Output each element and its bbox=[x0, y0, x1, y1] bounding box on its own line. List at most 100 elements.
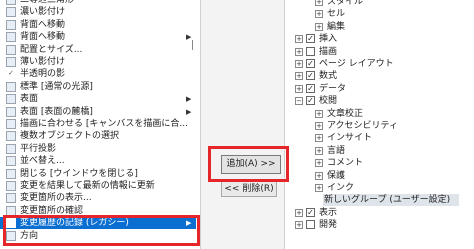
command-item[interactable]: 並べ替え... bbox=[0, 155, 196, 167]
sort-icon bbox=[6, 156, 16, 166]
checkbox[interactable]: ✓ bbox=[306, 96, 315, 105]
expand-icon[interactable]: + bbox=[315, 172, 323, 180]
expand-icon[interactable]: + bbox=[295, 221, 303, 229]
tree-item-label: 編集 bbox=[327, 22, 346, 32]
expand-icon[interactable]: + bbox=[315, 134, 323, 142]
command-item[interactable]: ✓ 半透明の影 bbox=[0, 68, 196, 80]
checkbox[interactable]: ✓ bbox=[306, 34, 315, 43]
fit-drawing-icon bbox=[6, 119, 16, 129]
tree-item[interactable]: + 言語 bbox=[285, 145, 474, 157]
command-item[interactable]: 変更を結果して最新の情報に更新 bbox=[0, 180, 196, 192]
command-label: 薄い影付け bbox=[20, 57, 66, 67]
tree-item-label: 文章校正 bbox=[327, 109, 364, 119]
checkbox[interactable] bbox=[306, 220, 315, 229]
command-item[interactable]: 閉じる [ウインドウを閉じる] bbox=[0, 168, 196, 180]
lighting-icon bbox=[6, 82, 16, 92]
tree-item[interactable]: + 文章校正 bbox=[285, 108, 474, 120]
expand-icon[interactable]: + bbox=[315, 147, 323, 155]
tree-item[interactable]: + コメント bbox=[285, 157, 474, 169]
tree-item[interactable]: + ✓ ページ レイアウト bbox=[285, 58, 474, 70]
command-item[interactable]: 複数オブジェクトの選択 bbox=[0, 130, 196, 142]
command-item[interactable]: 濃い影付け bbox=[0, 6, 196, 18]
tree-item[interactable]: + ✓ データ bbox=[285, 83, 474, 95]
expand-icon[interactable]: + bbox=[295, 60, 303, 68]
transfer-buttons-panel: 追加(A) >> << 削除(R) bbox=[200, 0, 285, 249]
tree-item[interactable]: + ✓ 挿入 bbox=[285, 33, 474, 45]
tree-item[interactable]: + 描画 bbox=[285, 46, 474, 58]
command-item[interactable]: 表面 [表面の麓橋] ▶ bbox=[0, 106, 196, 118]
ribbon-tree[interactable]: + スタイル + セル + 編集 + ✓ 挿入 + 描画 + ✓ ページ レイアウト + ✓ 数式 + ✓ データ − ✓… bbox=[285, 0, 474, 249]
expand-icon[interactable]: + bbox=[295, 72, 303, 80]
highlight-box-add bbox=[208, 146, 289, 182]
expand-icon[interactable]: + bbox=[295, 85, 303, 93]
tree-item[interactable]: + スタイル bbox=[285, 0, 474, 8]
expand-icon[interactable]: + bbox=[315, 122, 323, 130]
checkbox[interactable]: ✓ bbox=[306, 84, 315, 93]
tree-item[interactable]: − ✓ 校閲 bbox=[285, 95, 474, 107]
command-item[interactable]: 背面へ移動 bbox=[0, 19, 196, 31]
tree-item[interactable]: + 開発 bbox=[285, 219, 474, 231]
commands-list[interactable]: 二等辺三角形 濃い影付け 背面へ移動 背面へ移動 ▶ 配置とサイズ... 薄い影付け ✓ 半透明… bbox=[0, 0, 200, 249]
checkbox[interactable]: ✓ bbox=[306, 71, 315, 80]
expand-icon[interactable]: + bbox=[315, 10, 323, 18]
tree-item[interactable]: + ✓ 数式 bbox=[285, 70, 474, 82]
command-label: 配置とサイズ... bbox=[20, 45, 83, 55]
select-objects-icon bbox=[6, 131, 16, 141]
command-item[interactable]: 標準 [通常の光源] bbox=[0, 81, 196, 93]
command-item[interactable]: 薄い影付け bbox=[0, 56, 196, 68]
command-item[interactable]: 背面へ移動 ▶ bbox=[0, 31, 196, 43]
command-label: 平行投影 bbox=[20, 144, 57, 154]
tree-item-label: インク bbox=[327, 183, 355, 193]
tree-item[interactable]: + セル bbox=[285, 8, 474, 20]
expand-icon[interactable]: + bbox=[315, 0, 323, 6]
check-icon: ✓ bbox=[8, 69, 14, 77]
command-label: 濃い影付け bbox=[20, 7, 66, 17]
checkbox[interactable]: ✓ bbox=[306, 208, 315, 217]
command-item[interactable]: 配置とサイズ... bbox=[0, 44, 196, 56]
command-item[interactable]: 平行投影 bbox=[0, 143, 196, 155]
tree-item-label: セル bbox=[327, 9, 346, 19]
tree-item[interactable]: + アクセシビリティ bbox=[285, 120, 474, 132]
refresh-icon bbox=[6, 181, 16, 191]
expand-icon[interactable]: + bbox=[295, 48, 303, 56]
command-item[interactable]: 変更箇所の表示... bbox=[0, 192, 196, 204]
command-label: 変更を結果して最新の情報に更新 bbox=[20, 181, 155, 191]
tree-item[interactable]: + 保護 bbox=[285, 170, 474, 182]
command-label: 描画に合わせる [キャンバスを描画に合... bbox=[20, 119, 188, 129]
tree-item-label: インサイト bbox=[327, 133, 373, 143]
tree-item[interactable]: + ✓ 表示 bbox=[285, 207, 474, 219]
send-backward-icon bbox=[6, 20, 16, 30]
tree-item[interactable]: + インク bbox=[285, 182, 474, 194]
remove-button[interactable]: << 削除(R) bbox=[221, 181, 277, 197]
command-label: 閉じる [ウインドウを閉じる] bbox=[20, 169, 138, 179]
collapse-icon[interactable]: − bbox=[295, 97, 303, 105]
tree-item[interactable]: + 編集 bbox=[285, 21, 474, 33]
highlight-box-track-changes bbox=[3, 215, 200, 246]
command-item[interactable]: 描画に合わせる [キャンバスを描画に合... bbox=[0, 118, 196, 130]
command-label: 背面へ移動 bbox=[20, 32, 66, 42]
tree-item-label: 開発 bbox=[319, 220, 338, 230]
expand-icon[interactable]: + bbox=[315, 184, 323, 192]
tree-item-label: 描画 bbox=[319, 47, 338, 57]
parallel-projection-icon bbox=[6, 144, 16, 154]
tree-item[interactable]: + インサイト bbox=[285, 132, 474, 144]
submenu-arrow-icon: ▶ bbox=[186, 95, 192, 103]
expand-icon[interactable]: + bbox=[295, 35, 303, 43]
position-size-icon bbox=[6, 45, 16, 55]
expand-icon[interactable]: + bbox=[315, 159, 323, 167]
checkbox[interactable]: ✓ bbox=[306, 59, 315, 68]
command-item[interactable]: 表面 ▶ bbox=[0, 93, 196, 105]
close-window-icon bbox=[6, 169, 16, 179]
tree-item[interactable]: 新しいグループ (ユーザー設定) bbox=[285, 194, 474, 206]
expand-icon[interactable]: + bbox=[295, 209, 303, 217]
command-label: 標準 [通常の光源] bbox=[20, 82, 93, 92]
tree-item-label: データ bbox=[319, 84, 347, 94]
expand-icon[interactable]: + bbox=[315, 110, 323, 118]
command-label: 複数オブジェクトの選択 bbox=[20, 131, 120, 141]
checkbox[interactable] bbox=[306, 47, 315, 56]
command-label: 背面へ移動 bbox=[20, 20, 66, 30]
expand-icon[interactable]: + bbox=[315, 23, 323, 31]
commands-list-scrollbar[interactable] bbox=[192, 40, 197, 50]
shape-icon bbox=[6, 0, 16, 5]
submenu-arrow-icon: ▶ bbox=[186, 33, 192, 41]
